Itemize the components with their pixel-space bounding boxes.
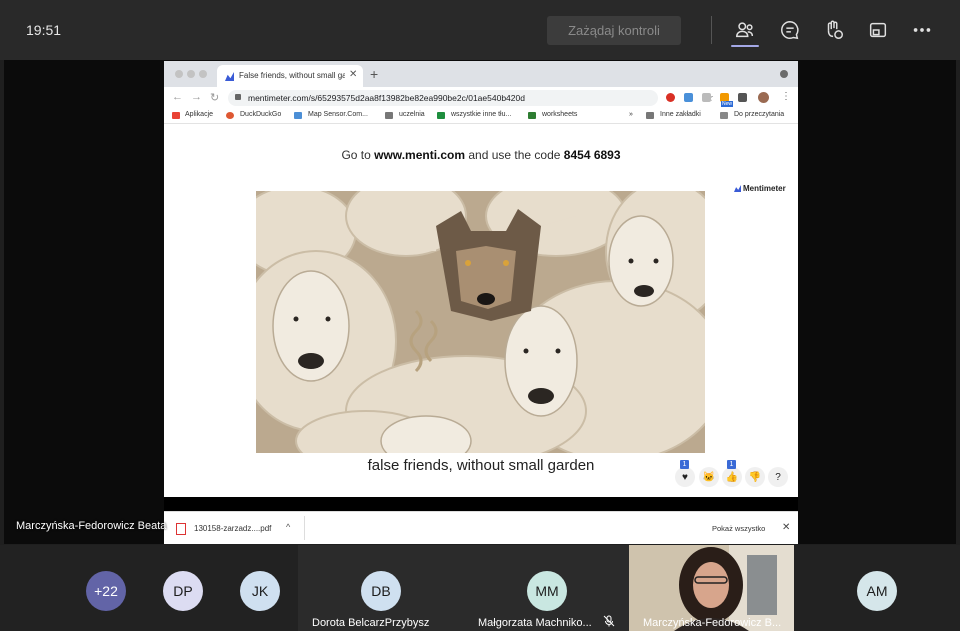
lock-icon xyxy=(235,94,241,100)
wolf-among-sheep-image xyxy=(256,191,705,453)
show-all-downloads-link[interactable]: Pokaż wszystko xyxy=(712,524,765,533)
request-control-button[interactable]: Zażądaj kontroli xyxy=(547,16,681,45)
mentimeter-logo-icon xyxy=(734,185,741,192)
window-dot[interactable] xyxy=(175,70,183,78)
apps-grid-icon xyxy=(172,112,180,119)
avatar-mm[interactable]: MM xyxy=(527,571,567,611)
join-code: 8454 6893 xyxy=(563,148,621,162)
pdf-file-icon xyxy=(176,523,186,535)
toolbar-divider xyxy=(711,16,712,44)
extension-icon[interactable] xyxy=(702,93,711,102)
mentimeter-logo: Mentimeter xyxy=(734,184,786,193)
window-dot[interactable] xyxy=(187,70,195,78)
avatar-jk[interactable]: JK xyxy=(240,571,280,611)
chevron-up-icon[interactable]: ^ xyxy=(286,522,290,532)
presenter-name-label: Marczyńska-Fedorowicz Beata xyxy=(16,520,167,532)
puzzle-extensions-icon[interactable] xyxy=(738,93,747,102)
participant-name-mm: Małgorzata Machniko... xyxy=(478,617,592,629)
downloads-divider xyxy=(304,516,305,540)
mentimeter-favicon-icon xyxy=(225,72,234,81)
bookmarks-bar: Aplikacje DuckDuckGo Map Sensor.Com... u… xyxy=(164,109,798,124)
heart-icon[interactable]: ♥ xyxy=(675,467,695,487)
close-tab-icon[interactable]: ✕ xyxy=(349,69,357,80)
sheets-icon xyxy=(437,112,445,119)
reactions-icon[interactable] xyxy=(822,18,846,42)
close-downloads-icon[interactable]: ✕ xyxy=(782,522,790,533)
meeting-top-bar: 19:51 Zażądaj kontroli xyxy=(0,0,960,60)
reload-icon[interactable]: ↻ xyxy=(210,91,219,104)
reading-list-icon xyxy=(720,112,728,119)
bookmarks-overflow[interactable]: » xyxy=(629,111,633,118)
docs-extension-icon[interactable] xyxy=(684,93,693,102)
cat-icon[interactable]: 🐱 xyxy=(699,467,719,487)
new-badge: New xyxy=(721,101,734,107)
adblock-extension-icon[interactable] xyxy=(666,93,675,102)
mentimeter-brand: Mentimeter xyxy=(743,184,786,193)
browser-tab-strip: False friends, without small garden ✕ + xyxy=(164,61,798,87)
sheep-photo-illustration xyxy=(256,191,705,453)
mic-off-icon xyxy=(603,615,615,627)
back-icon[interactable]: ← xyxy=(172,91,183,103)
duckduckgo-icon xyxy=(226,112,234,119)
avatar-dp[interactable]: DP xyxy=(163,571,203,611)
download-filename[interactable]: 130158-zarzadz....pdf xyxy=(194,524,271,533)
bookmark-other[interactable]: Inne zakładki xyxy=(660,111,701,118)
isl-icon xyxy=(528,112,536,119)
mapsensor-icon xyxy=(294,112,302,119)
folder-icon xyxy=(646,112,654,119)
more-icon[interactable] xyxy=(910,18,934,42)
goto-text: and use the code xyxy=(465,148,564,162)
tab-search-icon[interactable] xyxy=(780,70,788,78)
chat-icon[interactable] xyxy=(778,18,802,42)
bookmark-mapsensor[interactable]: Map Sensor.Com... xyxy=(308,111,368,118)
new-tab-icon[interactable]: + xyxy=(370,66,378,82)
folder-icon xyxy=(385,112,393,119)
downloads-bar: 130158-zarzadz....pdf ^ Pokaż wszystko ✕ xyxy=(164,511,798,544)
bookmark-duckduckgo[interactable]: DuckDuckGo xyxy=(240,111,281,118)
avatar-db[interactable]: DB xyxy=(361,571,401,611)
active-tab-indicator xyxy=(731,45,759,47)
more-participants-avatar[interactable]: +22 xyxy=(86,571,126,611)
people-icon[interactable] xyxy=(733,18,757,42)
bookmark-worksheets[interactable]: worksheets xyxy=(542,111,577,118)
join-instructions: Go to www.menti.com and use the code 845… xyxy=(164,148,798,162)
avatar-am[interactable]: AM xyxy=(857,571,897,611)
bookmark-uczelnia[interactable]: uczelnia xyxy=(399,111,425,118)
address-bar[interactable]: mentimeter.com/s/65293575d2aa8f13982be82… xyxy=(228,90,714,106)
share-tray-icon[interactable] xyxy=(866,18,890,42)
thumbs-down-icon[interactable]: 👎 xyxy=(745,467,765,487)
profile-avatar-icon[interactable] xyxy=(758,92,769,103)
thumbs-up-count-badge: 1 xyxy=(727,460,736,469)
bookmark-apps[interactable]: Aplikacje xyxy=(185,111,213,118)
meeting-timer: 19:51 xyxy=(26,22,62,38)
thumbs-up-icon[interactable]: 👍 xyxy=(722,467,742,487)
url-text: mentimeter.com/s/65293575d2aa8f13982be82… xyxy=(248,93,525,103)
bookmark-wszystkie[interactable]: wszystkie inne tłu... xyxy=(451,111,511,118)
participant-name-mfb: Marczyńska-Fedorowicz B... xyxy=(643,617,782,629)
participant-name-db: Dorota BelcarzPrzybysz xyxy=(312,617,430,629)
browser-tab[interactable]: False friends, without small garden ✕ xyxy=(217,65,363,87)
menti-url: www.menti.com xyxy=(374,148,466,162)
heart-count-badge: 1 xyxy=(680,460,689,469)
question-icon[interactable]: ? xyxy=(768,467,788,487)
window-dot[interactable] xyxy=(199,70,207,78)
shared-screen: False friends, without small garden ✕ + … xyxy=(164,61,798,544)
goto-text: Go to xyxy=(341,148,375,162)
forward-icon[interactable]: → xyxy=(191,91,202,103)
tab-title: False friends, without small garden xyxy=(239,71,345,80)
bookmark-reading-list[interactable]: Do przeczytania xyxy=(734,111,784,118)
address-bar-row: ← → ↻ mentimeter.com/s/65293575d2aa8f139… xyxy=(164,87,798,109)
browser-menu-icon[interactable]: ⋮ xyxy=(781,91,791,102)
